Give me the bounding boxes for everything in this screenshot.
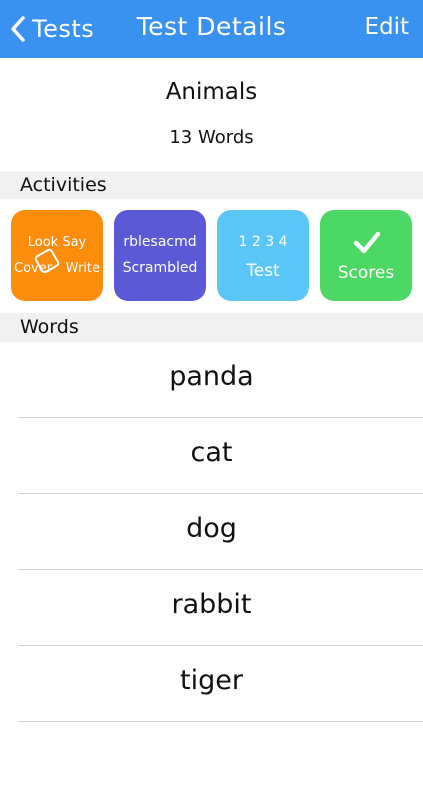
- test-name: Animals: [165, 79, 258, 105]
- navigation-bar: Tests Test Details Edit: [0, 0, 423, 58]
- edit-button[interactable]: Edit: [364, 14, 409, 40]
- scrambled-button[interactable]: rblesacmd Scrambled: [114, 210, 206, 301]
- scrambled-label: Scrambled: [122, 260, 198, 276]
- cover-square-icon: [34, 248, 60, 274]
- word-row[interactable]: rabbit: [0, 570, 423, 646]
- test-numbers: 1 2 3 4: [238, 234, 288, 250]
- scrambled-letters: rblesacmd: [123, 234, 197, 250]
- section-header-label: Words: [20, 316, 79, 338]
- tile-label-write: Write: [65, 261, 100, 276]
- word-text: tiger: [180, 665, 243, 696]
- section-header-activities: Activities: [0, 171, 423, 199]
- word-row[interactable]: dog: [0, 494, 423, 570]
- activities-row: Look Say Cover Write rblesacmd Scrambled…: [0, 199, 423, 313]
- word-text: dog: [186, 513, 237, 544]
- test-button[interactable]: 1 2 3 4 Test: [217, 210, 309, 301]
- word-text: rabbit: [171, 589, 252, 620]
- section-header-label: Activities: [20, 174, 107, 196]
- word-text: panda: [169, 361, 254, 392]
- word-count: 13 Words: [169, 127, 254, 148]
- test-label: Test: [246, 261, 280, 281]
- scores-button[interactable]: Scores: [320, 210, 412, 301]
- section-header-words: Words: [0, 313, 423, 342]
- look-say-cover-write-button[interactable]: Look Say Cover Write: [11, 210, 103, 301]
- test-summary: Animals 13 Words: [0, 58, 423, 171]
- word-row[interactable]: cat: [0, 418, 423, 494]
- word-row[interactable]: panda: [0, 342, 423, 418]
- word-list: panda cat dog rabbit tiger: [0, 342, 423, 798]
- page-title: Test Details: [136, 12, 287, 41]
- word-row[interactable]: [0, 722, 423, 798]
- checkmark-icon: [353, 231, 381, 254]
- scores-label: Scores: [337, 263, 395, 283]
- word-row[interactable]: tiger: [0, 646, 423, 722]
- word-text: cat: [190, 437, 233, 468]
